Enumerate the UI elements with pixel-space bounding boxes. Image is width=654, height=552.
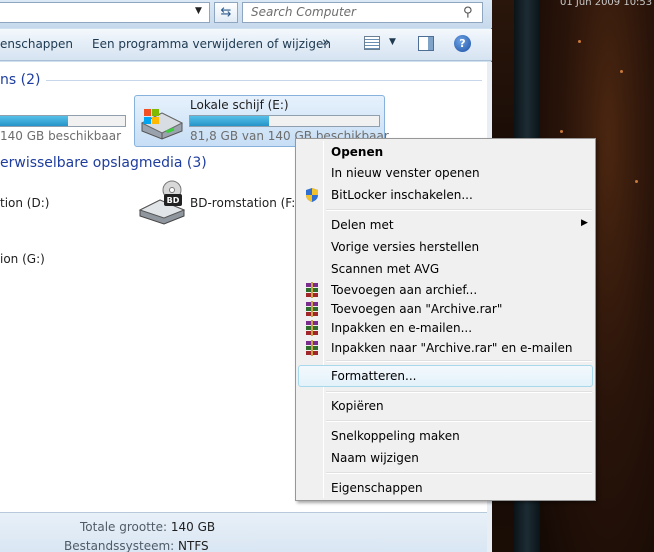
help-icon[interactable]: ? bbox=[454, 35, 471, 52]
menu-item-open[interactable]: Openen bbox=[298, 142, 593, 162]
menu-item-label: Delen met bbox=[331, 218, 394, 232]
properties-button[interactable]: enschappen bbox=[0, 37, 73, 51]
drive-c-usage-fill bbox=[0, 116, 69, 126]
menu-item-compress-email[interactable]: Inpakken en e-mailen... bbox=[298, 318, 593, 338]
winrar-icon bbox=[306, 340, 318, 356]
desktop-clock: 01 Jun 2009 10:53 bbox=[560, 0, 653, 8]
menu-item-label: Formatteren... bbox=[331, 369, 417, 383]
menu-separator bbox=[326, 360, 592, 362]
shield-icon bbox=[306, 188, 318, 202]
menu-item-create-shortcut[interactable]: Snelkoppeling maken bbox=[298, 426, 593, 446]
details-pane: Totale grootte: 140 GB Bestandssysteem: … bbox=[0, 512, 487, 552]
submenu-arrow-icon: ▶ bbox=[581, 218, 588, 228]
menu-item-open-new-window[interactable]: In nieuw venster openen bbox=[298, 163, 593, 183]
menu-item-label: BitLocker inschakelen... bbox=[331, 188, 473, 202]
menu-item-label: Kopiëren bbox=[331, 399, 384, 413]
menu-item-properties[interactable]: Eigenschappen bbox=[298, 478, 593, 498]
chevron-down-icon[interactable]: ▼ bbox=[389, 37, 396, 47]
drive-e-name: Lokale schijf (E:) bbox=[190, 98, 289, 112]
menu-item-copy[interactable]: Kopiëren bbox=[298, 396, 593, 416]
menu-item-label: Openen bbox=[331, 145, 384, 159]
menu-item-rename[interactable]: Naam wijzigen bbox=[298, 448, 593, 468]
drive-d-name[interactable]: tion (D:) bbox=[0, 196, 49, 210]
drive-g-name[interactable]: ion (G:) bbox=[0, 252, 45, 266]
more-commands-button[interactable]: » bbox=[322, 35, 330, 50]
menu-item-label: Vorige versies herstellen bbox=[331, 240, 480, 254]
drive-e-usage-bar bbox=[189, 115, 380, 127]
menu-item-bitlocker[interactable]: BitLocker inschakelen... bbox=[298, 185, 593, 205]
search-input[interactable]: Search Computer bbox=[242, 2, 483, 23]
menu-item-previous-versions[interactable]: Vorige versies herstellen bbox=[298, 237, 593, 257]
command-bar: enschappen Een programma verwijderen of … bbox=[0, 29, 492, 61]
menu-item-label: Naam wijzigen bbox=[331, 451, 419, 465]
menu-item-label: Eigenschappen bbox=[331, 481, 423, 495]
drive-f-name[interactable]: BD-romstation (F:) bbox=[190, 196, 300, 210]
menu-item-compress-to-rar-email[interactable]: Inpakken naar "Archive.rar" en e-mailen bbox=[298, 338, 593, 358]
filesystem-label: Bestandssysteem: bbox=[64, 539, 175, 552]
total-size-value: 140 GB bbox=[170, 520, 216, 534]
menu-item-format[interactable]: Formatteren... bbox=[298, 365, 593, 387]
menu-item-label: Inpakken naar "Archive.rar" en e-mailen bbox=[331, 341, 573, 355]
drive-e-usage-fill bbox=[190, 116, 270, 126]
winrar-icon bbox=[306, 301, 318, 317]
views-icon[interactable] bbox=[364, 36, 380, 50]
bd-drive-icon: BD bbox=[138, 180, 186, 225]
menu-separator bbox=[326, 472, 592, 474]
menu-separator bbox=[326, 420, 592, 422]
menu-item-add-to-archive[interactable]: Toevoegen aan archief... bbox=[298, 280, 593, 300]
drive-c-free-space: 140 GB beschikbaar bbox=[0, 129, 122, 143]
winrar-icon bbox=[306, 320, 318, 336]
drive-c-usage-bar bbox=[0, 115, 126, 127]
total-size-row: Totale grootte: 140 GB bbox=[80, 520, 215, 534]
menu-item-label: Scannen met AVG bbox=[331, 262, 440, 276]
menu-item-label: Toevoegen aan "Archive.rar" bbox=[331, 302, 503, 316]
menu-item-label: Toevoegen aan archief... bbox=[331, 283, 478, 297]
chevron-down-icon[interactable]: ▼ bbox=[195, 6, 202, 16]
refresh-button[interactable]: ⇆ bbox=[214, 2, 238, 23]
uninstall-program-button[interactable]: Een programma verwijderen of wijzigen bbox=[92, 37, 331, 51]
menu-separator bbox=[326, 209, 592, 211]
winrar-icon bbox=[306, 282, 318, 298]
menu-item-add-to-archive-rar[interactable]: Toevoegen aan "Archive.rar" bbox=[298, 299, 593, 319]
hard-drive-icon bbox=[140, 109, 184, 140]
menu-item-scan-avg[interactable]: Scannen met AVG bbox=[298, 259, 593, 279]
context-menu: Openen In nieuw venster openen BitLocker… bbox=[295, 138, 596, 501]
total-size-label: Totale grootte: bbox=[80, 520, 168, 534]
group-header-removable[interactable]: erwisselbare opslagmedia (3) bbox=[0, 155, 207, 171]
group-header-hard-disks[interactable]: ns (2) bbox=[0, 72, 40, 88]
filesystem-row: Bestandssysteem: NTFS bbox=[64, 539, 209, 552]
address-bar: ▼ ⇆ Search Computer ⚲ bbox=[0, 0, 492, 28]
menu-item-label: In nieuw venster openen bbox=[331, 166, 480, 180]
refresh-icon: ⇆ bbox=[220, 5, 232, 20]
address-input[interactable] bbox=[0, 2, 210, 23]
menu-separator bbox=[326, 391, 592, 393]
menu-item-label: Snelkoppeling maken bbox=[331, 429, 460, 443]
filesystem-value: NTFS bbox=[178, 539, 209, 552]
menu-item-label: Inpakken en e-mailen... bbox=[331, 321, 473, 335]
preview-pane-icon[interactable] bbox=[418, 36, 434, 51]
menu-item-share-with[interactable]: Delen met ▶ bbox=[298, 215, 593, 235]
search-icon[interactable]: ⚲ bbox=[463, 5, 473, 20]
svg-text:BD: BD bbox=[167, 196, 180, 205]
group-divider bbox=[46, 80, 482, 81]
